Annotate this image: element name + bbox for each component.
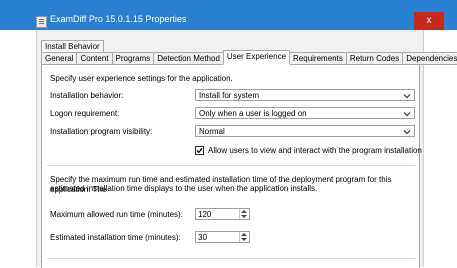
est-time-spinbox[interactable]: 30: [195, 231, 250, 243]
allow-interact-checkbox[interactable]: [195, 146, 204, 155]
visibility-value: Normal: [199, 127, 225, 136]
visibility-select[interactable]: Normal: [195, 125, 415, 137]
close-button[interactable]: x: [414, 12, 444, 30]
window-title: ExamDiff Pro 15.0.1.15 Properties: [50, 14, 187, 24]
visibility-label: Installation program visibility:: [50, 127, 153, 136]
checkmark-icon: [196, 147, 203, 154]
section-divider: [47, 258, 415, 259]
runtime-description-line-2: estimated installation time displays to …: [50, 184, 318, 193]
logon-requirement-select[interactable]: Only when a user is logged on: [195, 107, 415, 119]
app-icon: [36, 16, 47, 28]
tab-user-experience[interactable]: User Experience: [222, 50, 291, 65]
max-runtime-value: 120: [198, 210, 212, 219]
installation-behavior-select[interactable]: Install for system: [195, 89, 415, 101]
installation-behavior-label: Installation behavior:: [50, 91, 124, 100]
tab-group-install-behavior[interactable]: Install Behavior: [41, 40, 104, 52]
tab-strip: General Content Programs Detection Metho…: [41, 50, 457, 65]
est-time-label: Estimated installation time (minutes):: [50, 233, 181, 242]
allow-interact-label: Allow users to view and interact with th…: [208, 146, 422, 155]
chevron-down-icon: [403, 130, 411, 135]
logon-requirement-label: Logon requirement:: [50, 109, 120, 118]
max-runtime-label: Maximum allowed run time (minutes):: [50, 210, 183, 219]
logon-requirement-value: Only when a user is logged on: [199, 109, 307, 118]
panel-intro: Specify user experience settings for the…: [50, 74, 233, 83]
chevron-down-icon: [403, 112, 411, 117]
section-divider: [47, 165, 415, 166]
spinner-arrows-icon[interactable]: [239, 232, 249, 242]
max-runtime-spinbox[interactable]: 120: [195, 208, 250, 220]
installation-behavior-value: Install for system: [199, 91, 260, 100]
spinner-arrows-icon[interactable]: [239, 209, 249, 219]
est-time-value: 30: [198, 233, 207, 242]
title-bar: ExamDiff Pro 15.0.1.15 Properties: [0, 0, 457, 30]
chevron-down-icon: [403, 94, 411, 99]
